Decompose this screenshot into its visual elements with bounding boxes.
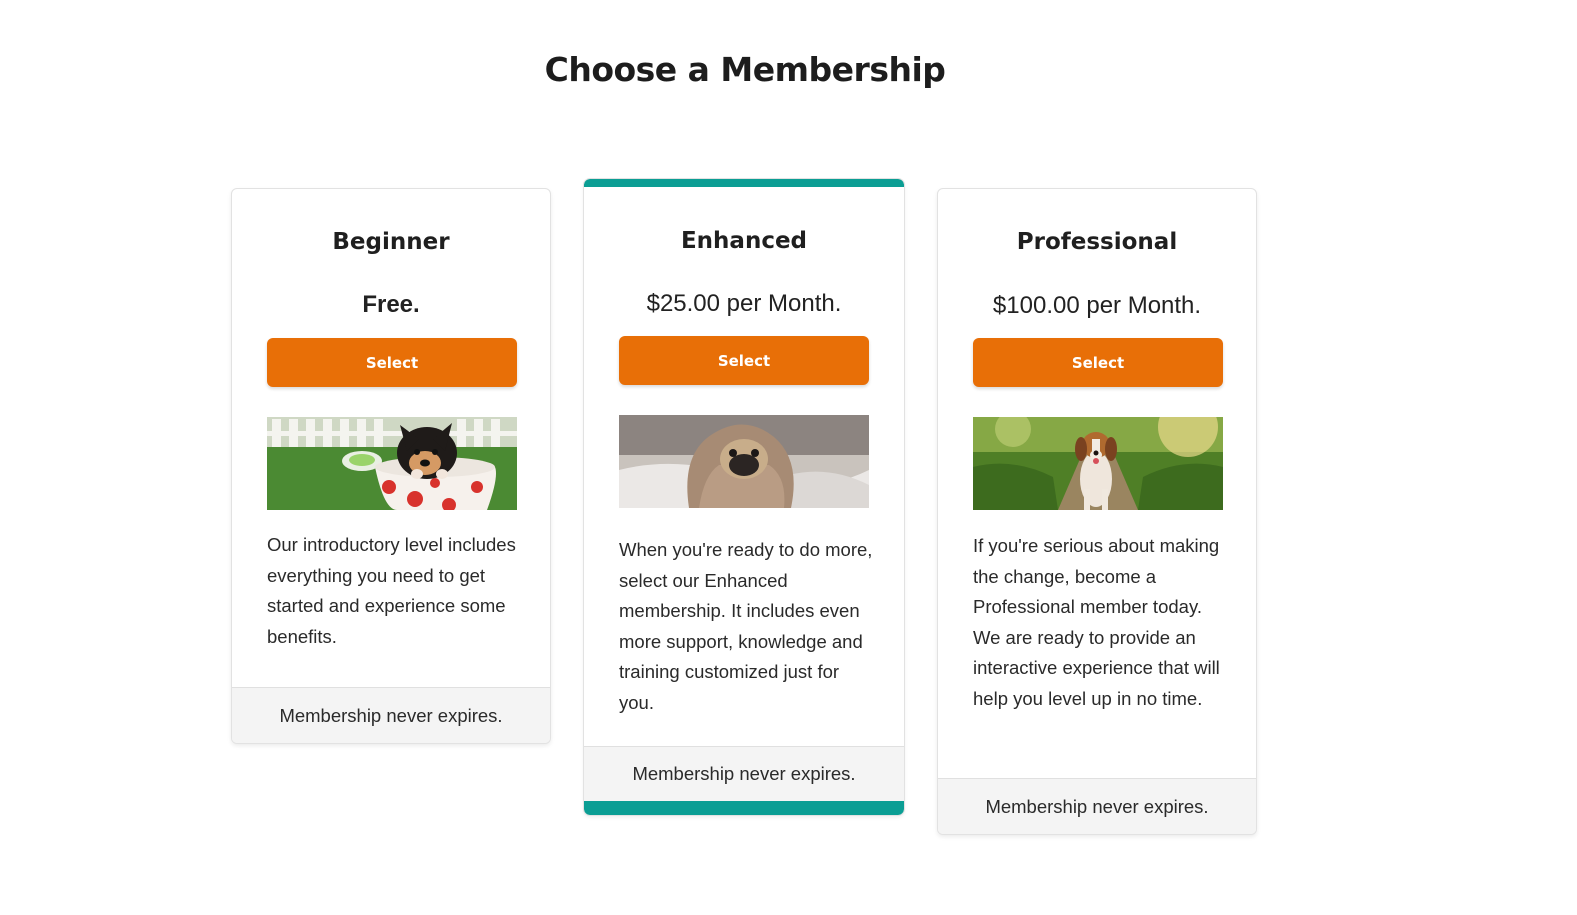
plan-price: $25.00 per Month. xyxy=(646,290,842,317)
plan-card-beginner: Beginner Free. Select Our introductory l… xyxy=(231,188,551,744)
plan-footer: Membership never expires. xyxy=(938,778,1256,834)
pug-in-blanket-image xyxy=(619,415,869,508)
plan-name: Beginner xyxy=(332,229,450,255)
plan-name: Professional xyxy=(1016,229,1178,255)
plan-description: Our introductory level includes everythi… xyxy=(267,534,516,647)
plan-name: Enhanced xyxy=(680,228,808,254)
plan-price: $100.00 per Month. xyxy=(992,292,1202,319)
beagle-on-trail-image xyxy=(973,417,1223,510)
select-enhanced-button[interactable]: Select xyxy=(619,336,869,385)
select-professional-button[interactable]: Select xyxy=(973,338,1223,387)
puppy-in-cup-image xyxy=(267,417,517,510)
page-title: Choose a Membership xyxy=(544,50,946,89)
plan-footer: Membership never expires. xyxy=(232,687,550,743)
plan-price: Free. xyxy=(362,291,420,318)
plan-description: If you're serious about making the chang… xyxy=(973,535,1220,709)
plan-card-professional: Professional $100.00 per Month. Select I… xyxy=(937,188,1257,835)
plan-card-enhanced: Enhanced $25.00 per Month. Select When y… xyxy=(583,178,905,816)
select-beginner-button[interactable]: Select xyxy=(267,338,517,387)
plan-footer: Membership never expires. xyxy=(584,746,904,801)
plan-description: When you're ready to do more, select our… xyxy=(619,539,873,713)
